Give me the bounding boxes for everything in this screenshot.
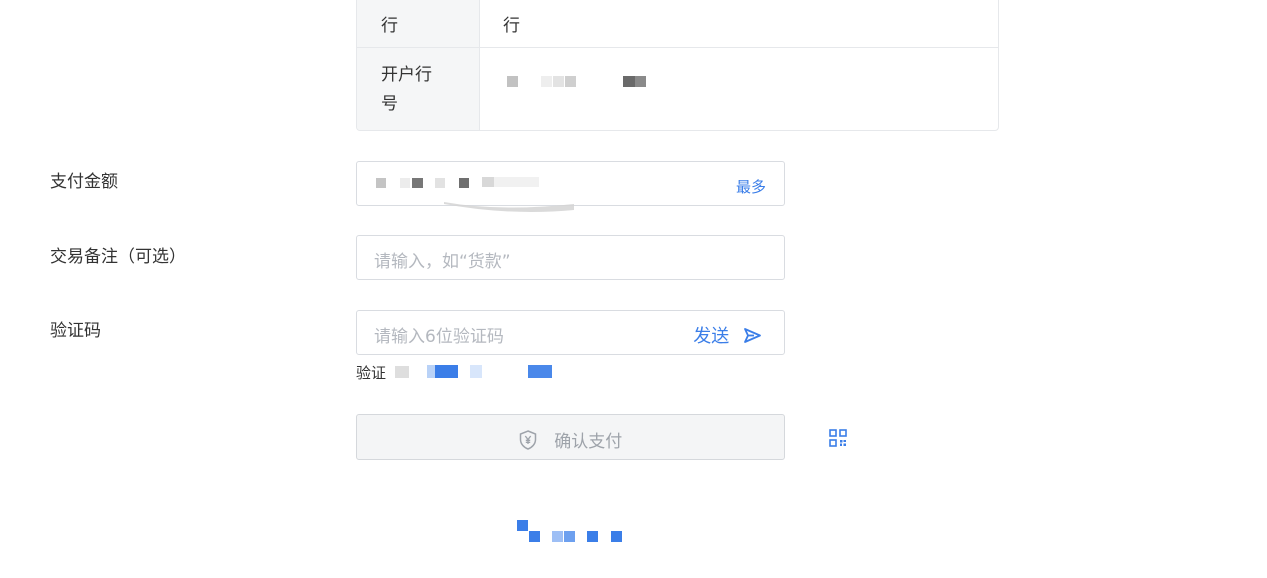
amount-max-button[interactable]: 最多 [736,176,766,197]
code-placeholder: 请输入6位验证码 [374,327,504,347]
memo-placeholder: 请输入，如“货款” [374,252,511,272]
bank-row-key-text: 行 [381,16,398,36]
memo-label: 交易备注（可选） [50,247,186,267]
phone-hint: 验证 [356,362,386,383]
code-label: 验证码 [50,321,101,341]
confirm-pay-button[interactable]: 确认支付 [356,414,785,460]
confirm-pay-label: 确认支付 [554,432,623,452]
bank-row-name: 行 行 [357,0,998,48]
bank-row-key: 开户行号 [357,48,480,130]
qr-code-icon[interactable] [829,429,847,447]
bank-row-value: 行 [503,16,520,36]
redaction-smudge [444,202,574,212]
send-arrow-icon [744,328,761,343]
send-code-label: 发送 [693,326,730,347]
bank-row-key: 行 [357,0,480,47]
bank-row-key-text: 开户行号 [381,65,432,114]
shield-yen-icon [519,430,537,450]
send-code-button[interactable]: 发送 [693,322,762,348]
bank-row-branch-number: 开户行号 [357,48,998,130]
bank-info-table: 行 行 开户行号 [356,0,999,131]
amount-label: 支付金额 [50,172,118,192]
memo-input[interactable]: 请输入，如“货款” [356,235,785,280]
code-input[interactable]: 请输入6位验证码 发送 [356,310,785,355]
phone-hint-prefix: 验证 [356,364,387,382]
